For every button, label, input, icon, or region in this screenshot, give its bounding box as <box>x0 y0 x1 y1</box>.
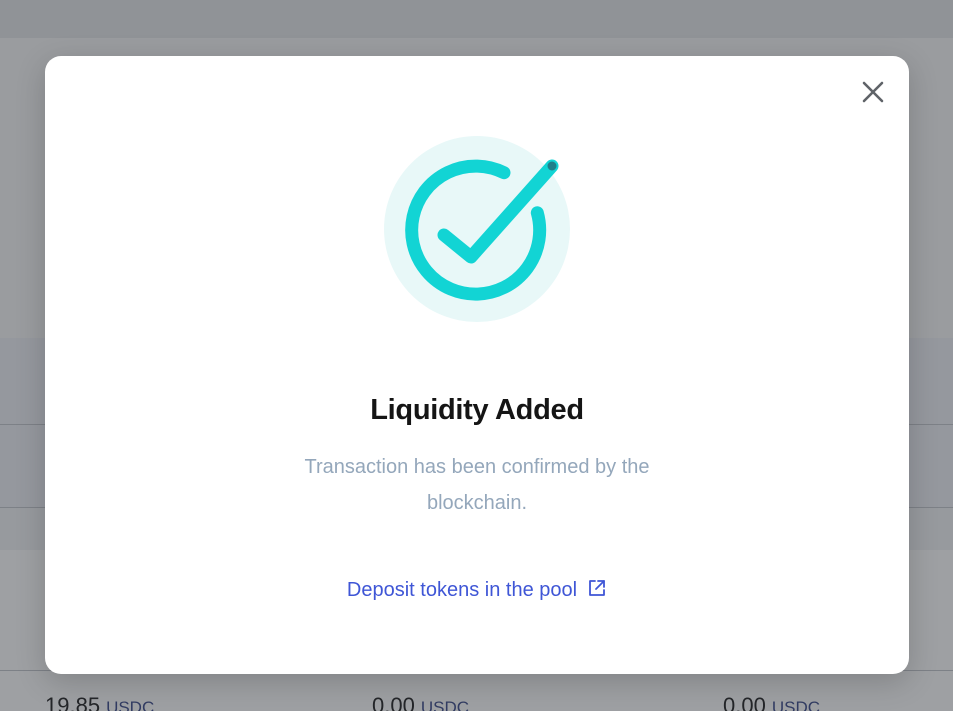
close-icon[interactable] <box>859 78 887 106</box>
external-link-icon <box>589 580 605 596</box>
modal-title: Liquidity Added <box>370 394 584 426</box>
check-circle-icon <box>384 136 570 322</box>
modal-description: Transaction has been confirmed by the bl… <box>304 456 650 514</box>
liquidity-added-modal: Liquidity Added Transaction has been con… <box>45 56 909 674</box>
deposit-link-label: Deposit tokens in the pool <box>346 579 578 601</box>
close-button[interactable] <box>859 78 887 106</box>
deposit-tokens-link[interactable]: Deposit tokens in the pool <box>45 578 909 602</box>
